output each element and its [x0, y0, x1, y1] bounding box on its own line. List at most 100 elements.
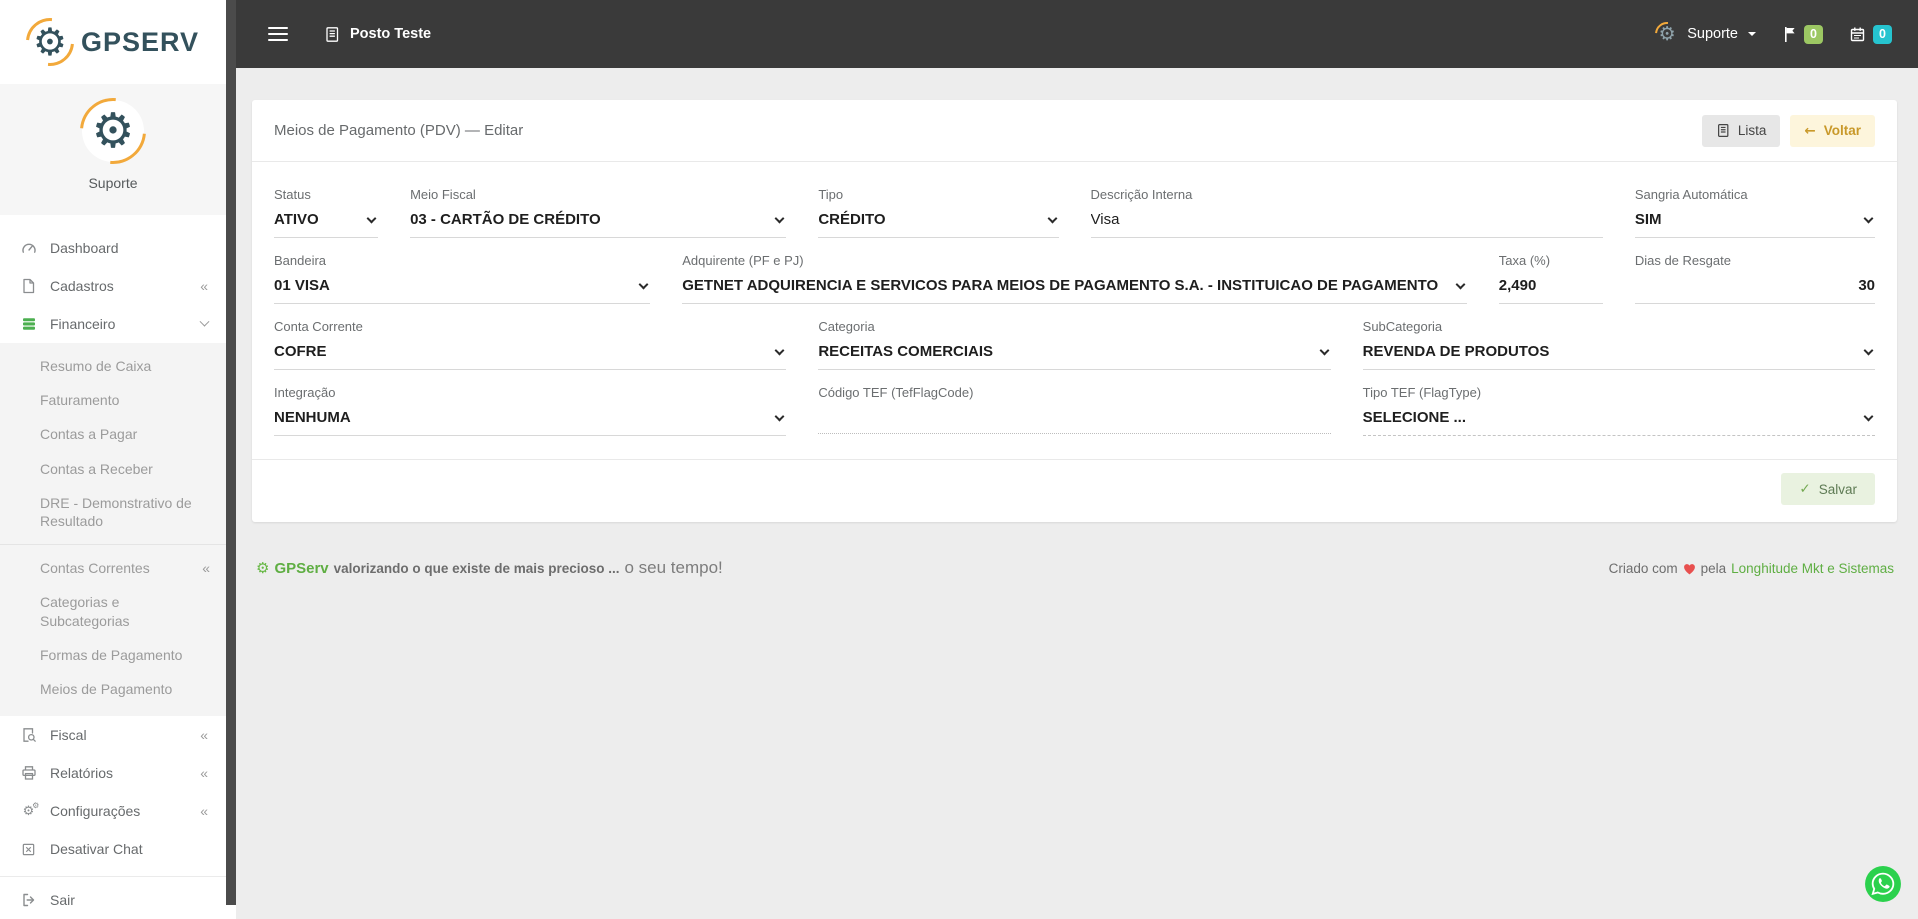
field-label: Dias de Resgate [1634, 253, 1731, 268]
voltar-button[interactable]: ← Voltar [1790, 114, 1875, 147]
journal-icon [324, 26, 340, 43]
sidebar-item-fiscal[interactable]: Fiscal « [0, 716, 226, 754]
sidebar-item-sair[interactable]: Sair [0, 881, 226, 919]
field-integracao: Integração NENHUMA [274, 385, 787, 436]
agenda-count-badge: 0 [1873, 24, 1892, 44]
field-subcategoria: SubCategoria REVENDA DE PRODUTOS [1362, 319, 1875, 370]
dias-resgate-input[interactable]: 30 [1634, 272, 1875, 304]
card-header: Meios de Pagamento (PDV) — Editar Lista … [252, 100, 1897, 162]
footer-brand: GPServ [274, 560, 329, 577]
sidebar-item-contas-a-pagar[interactable]: Contas a Pagar [0, 417, 226, 451]
footer-tagline-emphasis: o seu tempo! [624, 558, 723, 577]
sidebar-item-configuracoes[interactable]: ⚙ ⚙ Configurações « [0, 792, 226, 830]
caret-down-icon [1748, 32, 1756, 36]
whatsapp-button[interactable] [1864, 865, 1902, 903]
collapse-icon: « [202, 560, 210, 577]
chevron-down-icon [774, 213, 785, 224]
field-status: Status ATIVO [274, 187, 379, 238]
calendar-icon [1849, 26, 1866, 43]
sidebar-menu: Dashboard Cadastros « Financeiro Resumo … [0, 215, 226, 919]
company-selector[interactable]: Posto Teste [324, 26, 431, 43]
field-tipo: Tipo CRÉDITO [818, 187, 1059, 238]
hamburger-menu-icon[interactable] [268, 26, 288, 42]
sidebar-item-cadastros[interactable]: Cadastros « [0, 267, 226, 305]
sidebar-item-dre[interactable]: DRE - Demonstrativo de Resultado [0, 486, 226, 538]
chevron-down-icon [366, 213, 377, 224]
sidebar-item-contas-correntes[interactable]: « Contas Correntes [0, 551, 226, 585]
sidebar-item-contas-a-receber[interactable]: Contas a Receber [0, 452, 226, 486]
sidebar-item-dashboard[interactable]: Dashboard [0, 229, 226, 267]
salvar-button[interactable]: ✓ Salvar [1781, 473, 1875, 505]
integracao-select[interactable]: NENHUMA [274, 404, 787, 436]
gauge-icon [20, 240, 37, 256]
top-navbar: Posto Teste ⚙ Suporte 0 0 [236, 0, 1918, 68]
avatar[interactable]: ⚙ [82, 100, 144, 162]
lista-button[interactable]: Lista [1701, 114, 1781, 147]
printer-icon [20, 765, 37, 781]
tipo-select[interactable]: CRÉDITO [818, 206, 1059, 238]
sidebar-item-faturamento[interactable]: Faturamento [0, 383, 226, 417]
main-column: Posto Teste ⚙ Suporte 0 0 Meios de Pagam… [236, 0, 1918, 919]
meio-fiscal-select[interactable]: 03 - CARTÃO DE CRÉDITO [410, 206, 787, 238]
edit-card: Meios de Pagamento (PDV) — Editar Lista … [252, 100, 1897, 522]
collapse-icon: « [200, 765, 208, 782]
collapse-icon: « [200, 278, 208, 294]
page-title: Meios de Pagamento (PDV) — Editar [274, 122, 524, 139]
brand-logo[interactable]: ⚙ GPSERV [0, 0, 226, 84]
sangria-select[interactable]: SIM [1634, 206, 1875, 238]
page-footer: ⚙ GPServ valorizando o que existe de mai… [252, 522, 1897, 578]
adquirente-select[interactable]: GETNET ADQUIRENCIA E SERVICOS PARA MEIOS… [682, 272, 1467, 304]
field-label: Integração [274, 385, 336, 400]
sidebar-item-formas-de-pagamento[interactable]: Formas de Pagamento [0, 638, 226, 672]
sidebar-item-resumo-de-caixa[interactable]: Resumo de Caixa [0, 349, 226, 383]
chevron-down-icon [1319, 345, 1330, 356]
footer-credit-middle: pela [1700, 561, 1727, 576]
sidebar-item-categorias-subcategorias[interactable]: Categorias e Subcategorias [0, 585, 226, 637]
page-content: Meios de Pagamento (PDV) — Editar Lista … [236, 68, 1918, 919]
taxa-input[interactable]: 2,490 [1498, 272, 1603, 304]
field-tipo-tef: Tipo TEF (FlagType) SELECIONE ... [1362, 385, 1875, 436]
conta-corrente-select[interactable]: COFRE [274, 338, 787, 370]
field-label: Meio Fiscal [410, 187, 476, 202]
footer-credit-prefix: Criado com [1608, 561, 1678, 576]
field-label: Adquirente (PF e PJ) [682, 253, 804, 268]
field-dias-resgate: Dias de Resgate 30 [1634, 253, 1875, 304]
user-name: Suporte [1687, 26, 1738, 42]
bandeira-select[interactable]: 01 VISA [274, 272, 651, 304]
descricao-interna-input[interactable]: Visa [1090, 206, 1603, 238]
sidebar-item-relatorios[interactable]: Relatórios « [0, 754, 226, 792]
field-label: Descrição Interna [1090, 187, 1193, 202]
codigo-tef-input[interactable] [818, 404, 1331, 434]
status-select[interactable]: ATIVO [274, 206, 379, 238]
footer-credit-link[interactable]: Longhitude Mkt e Sistemas [1731, 561, 1894, 576]
field-taxa: Taxa (%) 2,490 [1498, 253, 1603, 304]
field-conta-corrente: Conta Corrente COFRE [274, 319, 787, 370]
field-label: SubCategoria [1362, 319, 1443, 334]
field-meio-fiscal: Meio Fiscal 03 - CARTÃO DE CRÉDITO [410, 187, 787, 238]
sidebar-item-label: Financeiro [50, 316, 116, 332]
gpserv-mini-logo-icon: ⚙ [256, 559, 270, 577]
card-footer: ✓ Salvar [252, 459, 1897, 522]
document-search-icon [20, 727, 37, 743]
categoria-select[interactable]: RECEITAS COMERCIAIS [818, 338, 1331, 370]
sidebar-item-label: Desativar Chat [50, 841, 143, 858]
sidebar-item-label: Relatórios [50, 765, 114, 782]
chevron-down-icon [1455, 279, 1466, 290]
brand-name: GPSERV [80, 26, 200, 57]
sidebar-item-desativar-chat[interactable]: Desativar Chat [0, 830, 226, 868]
sidebar-scrollbar[interactable] [226, 0, 236, 919]
sidebar-item-label: Dashboard [50, 240, 119, 256]
user-menu[interactable]: ⚙ Suporte [1655, 22, 1756, 46]
agenda-notifications[interactable]: 0 [1849, 24, 1892, 44]
chevron-down-icon [1047, 213, 1057, 224]
field-descricao-interna: Descrição Interna Visa [1090, 187, 1603, 238]
sidebar-scrollbar-thumb[interactable] [226, 0, 236, 905]
subcategoria-select[interactable]: REVENDA DE PRODUTOS [1362, 338, 1875, 370]
profile-block: ⚙ Suporte [0, 84, 226, 215]
profile-name: Suporte [88, 175, 138, 191]
sidebar-item-financeiro[interactable]: Financeiro [0, 305, 226, 343]
tipo-tef-select[interactable]: SELECIONE ... [1362, 404, 1875, 436]
flag-notifications[interactable]: 0 [1782, 24, 1823, 44]
sidebar-item-meios-de-pagamento[interactable]: Meios de Pagamento [0, 672, 226, 706]
field-label: Tipo TEF (FlagType) [1362, 385, 1482, 400]
